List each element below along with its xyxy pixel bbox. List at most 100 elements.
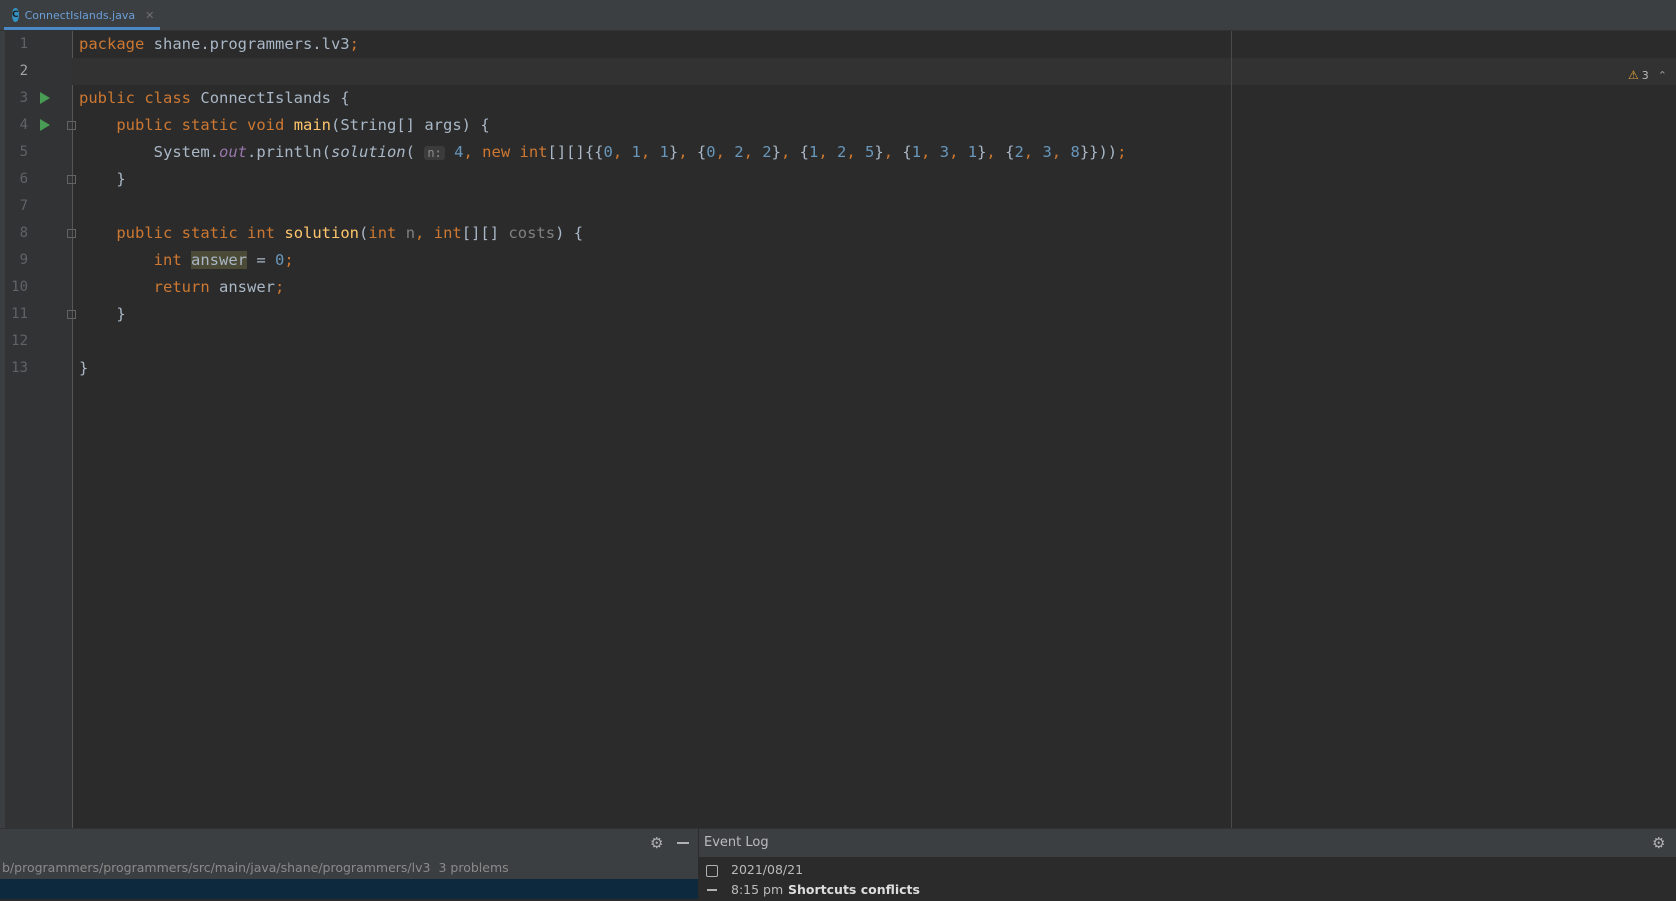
code-token: { [902,143,912,161]
keyword: int [368,224,397,242]
code-line: 12 [0,328,1676,355]
number: 1 [911,143,922,161]
code-token: { [696,143,707,161]
comma: , [883,143,903,161]
line-number: 13 [11,360,28,376]
line-number: 7 [19,198,28,214]
code-text: System.out.println(solution( n: 4, new i… [79,139,1127,167]
number: 1 [967,143,978,161]
code-token: }})) [1079,143,1118,161]
keyword: return [153,278,210,296]
brace: { [340,89,350,107]
number: 3 [1042,143,1052,161]
code-editor[interactable]: ⚠ 3 ⌃ 1 package shane.programmers.lv3; 2… [0,31,1676,828]
number: 2 [762,143,772,161]
code-text: } [79,166,126,193]
code-token: } [874,143,884,161]
minimize-icon[interactable] [677,842,689,844]
line-number: 4 [19,117,28,133]
method-name: main [293,116,332,134]
comma: , [986,143,1006,161]
code-token: } [668,143,679,161]
code-text: int answer = 0; [79,247,294,274]
tab-connect-islands[interactable]: C ConnectIslands.java ✕ [4,3,160,30]
number: 0 [275,251,285,269]
line-number: 1 [19,36,28,52]
method-name: solution [284,224,360,242]
keyword: int [153,251,182,269]
static-field: out [218,143,247,161]
run-class-icon[interactable] [40,92,50,104]
comma: , [921,143,940,161]
code-line: 3 public class ConnectIslands { [0,85,1676,112]
code-text: public class ConnectIslands { [79,85,350,112]
keyword: static [181,116,238,134]
code-text: return answer; [79,274,285,301]
brace: } [116,170,126,188]
number: 2 [734,143,744,161]
number: 0 [706,143,716,161]
gear-icon[interactable]: ⚙ [650,829,663,857]
tab-label: ConnectIslands.java [24,8,136,22]
line-number: 11 [11,306,28,322]
code-token: System. [153,143,219,161]
semicolon: ; [284,251,294,269]
line-number: 8 [19,225,28,241]
problems-path-row[interactable]: b/programmers/programmers/src/main/java/… [0,857,698,879]
event-log-gear-icon[interactable]: ⚙ [1652,829,1665,857]
keyword: public [116,224,173,242]
code-token: [][] [461,224,500,242]
code-token: .println( [246,143,331,161]
highlighted-variable: answer [191,251,247,269]
code-token: { [799,143,809,161]
variable: answer [219,278,275,296]
method-call: solution [330,143,406,161]
number: 3 [939,143,950,161]
code-token: ) { [555,224,584,242]
code-token: ( [405,143,415,161]
code-text: public static void main(String[] args) { [79,112,490,139]
event-message-link[interactable]: Shortcuts conflicts [788,882,920,897]
delete-icon[interactable] [707,889,717,901]
comma: , [780,143,800,161]
code-text: package shane.programmers.lv3; [79,31,359,58]
code-line: 11 } [0,301,1676,328]
parameter: n [405,224,416,242]
problems-selected-row[interactable] [0,879,698,899]
code-line: 2 [0,58,1676,85]
number: 5 [865,143,875,161]
keyword: static [181,224,238,242]
run-main-icon[interactable] [40,119,50,131]
close-tab-icon[interactable]: ✕ [145,9,154,22]
comma: , [640,143,660,161]
code-token: = [247,251,275,269]
code-line: 7 [0,193,1676,220]
number: 1 [659,143,669,161]
keyword: new [482,143,511,161]
keyword: class [144,89,192,107]
comma: , [715,143,735,161]
code-line: 4 public static void main(String[] args)… [0,112,1676,139]
keyword: public [79,89,135,107]
line-number: 6 [19,171,28,187]
code-line: 8 public static int solution(int n, int[… [0,220,1676,247]
comma: , [463,143,473,161]
fold-icon[interactable] [67,121,76,130]
problems-header: ⚙ [0,829,698,857]
fold-icon[interactable] [67,229,76,238]
comma: , [612,143,632,161]
mark-read-icon[interactable] [706,865,718,877]
line-number: 9 [19,252,28,268]
brace: } [79,359,89,377]
class-name: ConnectIslands [200,89,332,107]
line-number: 12 [11,333,28,349]
event-log-title: Event Log [704,835,769,850]
fold-end-icon[interactable] [67,310,76,319]
signature: (String[] args) { [331,116,490,134]
comma: , [1023,143,1043,161]
code-token: } [771,143,781,161]
fold-end-icon[interactable] [67,175,76,184]
comma: , [743,143,763,161]
number: 0 [603,143,613,161]
number: 2 [1014,143,1024,161]
